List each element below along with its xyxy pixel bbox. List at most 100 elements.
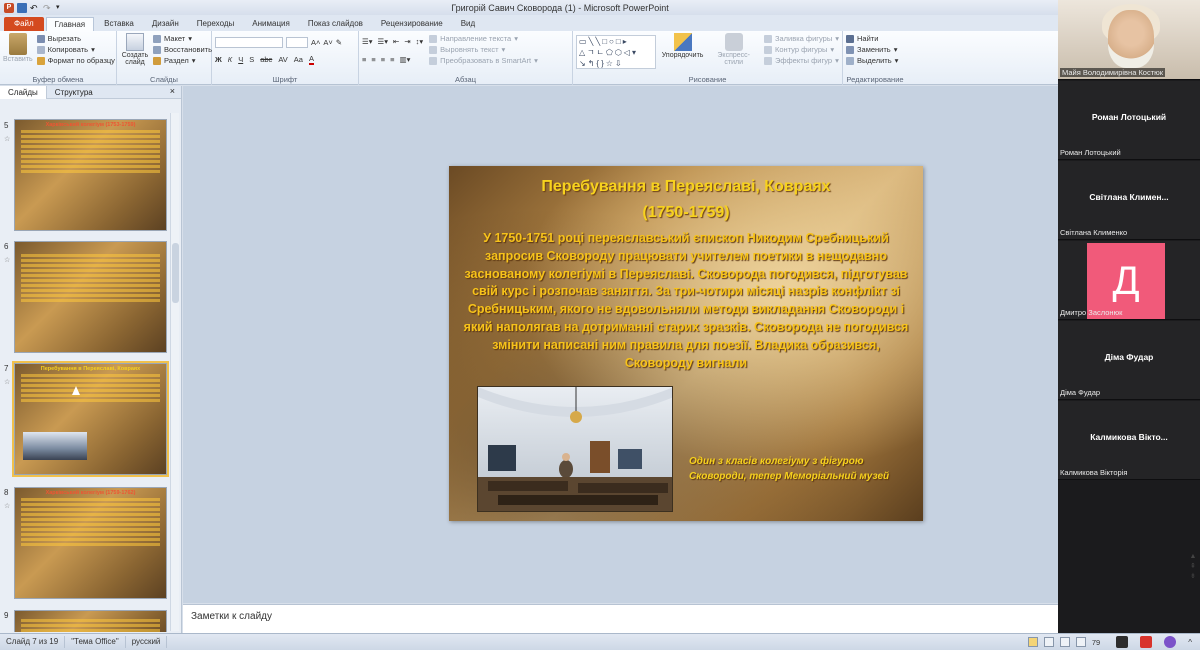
layout-icon (153, 34, 161, 43)
zoom-level[interactable]: 79 (1092, 638, 1100, 647)
customize-qat-icon[interactable]: ▾ (56, 3, 66, 13)
slide-sorter-icon[interactable] (1043, 637, 1054, 647)
paste-button[interactable]: Вставить (3, 33, 33, 66)
tab-outline[interactable]: Структура (47, 86, 101, 99)
find-button[interactable]: Найти (846, 33, 904, 44)
clear-format-icon[interactable]: ✎ (336, 38, 342, 47)
redo-icon[interactable]: ↷ (43, 3, 53, 13)
tray-chevron-icon[interactable]: ^ (1188, 638, 1192, 647)
align-center-icon[interactable]: ≡ (371, 55, 375, 64)
participant-tile[interactable]: Роман Лотоцький Роман Лотоцький (1058, 81, 1200, 160)
font-size-combo[interactable] (286, 37, 308, 48)
classroom-photo[interactable] (477, 386, 673, 512)
tab-design[interactable]: Дизайн (144, 17, 187, 31)
shadow-button[interactable]: S (249, 55, 254, 64)
tab-insert[interactable]: Вставка (96, 17, 142, 31)
decrease-indent-icon[interactable]: ⇤ (393, 37, 399, 46)
underline-button[interactable]: Ч (238, 55, 243, 64)
tab-home[interactable]: Главная (45, 17, 95, 31)
columns-icon[interactable]: ▥▾ (400, 55, 411, 64)
numbering-icon[interactable]: ☰▾ (378, 37, 389, 46)
quick-styles-button[interactable]: Экспресс-стили (709, 33, 758, 69)
justify-icon[interactable]: ≡ (390, 55, 394, 64)
slide-thumbnail-9[interactable] (14, 610, 167, 632)
thumbnails-scrollbar[interactable] (170, 113, 179, 631)
slide-thumbnail-7[interactable]: Перебування в Переяславі, Ковраях (12, 361, 169, 477)
copy-button[interactable]: Копировать ▾ (36, 44, 115, 55)
current-slide[interactable]: Перебування в Переяславі, Ковраях (1750-… (449, 166, 923, 521)
replace-button[interactable]: Заменить ▾ (846, 44, 904, 55)
participant-tile[interactable]: Д Дмитро Заслонюк (1058, 241, 1200, 320)
slide-title[interactable]: Перебування в Переяславі, Ковраях (1750-… (449, 174, 923, 226)
layout-button[interactable]: Макет ▾ (153, 33, 212, 44)
reading-view-icon[interactable] (1059, 637, 1070, 647)
tab-transitions[interactable]: Переходы (189, 17, 243, 31)
reset-button[interactable]: Восстановить (153, 44, 212, 55)
arrange-button[interactable]: Упорядочить (662, 33, 703, 69)
tab-slideshow[interactable]: Показ слайдов (300, 17, 371, 31)
normal-view-icon[interactable] (1027, 637, 1038, 647)
section-button[interactable]: Раздел ▾ (153, 55, 212, 66)
save-icon[interactable] (17, 2, 27, 13)
notes-pane[interactable]: Заметки к слайду (183, 604, 1060, 633)
photo-caption[interactable]: Один з класів колегіуму з фігурою Сковор… (689, 454, 904, 484)
slide-thumbnail-6[interactable] (14, 241, 167, 353)
increase-indent-icon[interactable]: ⇥ (404, 37, 410, 46)
format-painter-button[interactable]: Формат по образцу (36, 55, 115, 66)
select-button[interactable]: Выделить ▾ (846, 55, 904, 66)
slideshow-view-icon[interactable] (1075, 637, 1086, 647)
tab-animation[interactable]: Анимация (244, 17, 298, 31)
list-row: ☰▾ ☰▾ ⇤ ⇥ ↕▾ (362, 36, 423, 47)
shape-fill-button[interactable]: Заливка фигуры ▾ (763, 33, 839, 44)
participant-tile[interactable]: Майя Володимирівна Костюк (1058, 0, 1200, 80)
cut-button[interactable]: Вырезать (36, 33, 115, 44)
align-right-icon[interactable]: ≡ (381, 55, 385, 64)
bullets-icon[interactable]: ☰▾ (362, 37, 373, 46)
strikethrough-button[interactable]: abc (260, 55, 272, 64)
shield-icon[interactable] (1116, 636, 1129, 648)
theme-name[interactable]: "Тема Office" (65, 636, 126, 648)
shape-outline-button[interactable]: Контур фигуры ▾ (763, 44, 839, 55)
language-indicator[interactable]: русский (126, 636, 168, 648)
shape-effects-button[interactable]: Эффекты фигур ▾ (763, 55, 839, 66)
font-name-combo[interactable] (215, 37, 283, 48)
close-icon[interactable]: × (170, 86, 175, 96)
scrollbar-thumb[interactable] (172, 243, 179, 303)
copy-dropdown-icon[interactable]: ▾ (91, 45, 95, 54)
undo-icon[interactable]: ↶ (30, 3, 40, 13)
next-slide-icon[interactable]: ⇟ (1188, 572, 1198, 582)
text-direction-button[interactable]: Направление текста ▾ (429, 33, 538, 44)
editor-scroll-buttons[interactable]: ▲ ⇞ ⇟ (1188, 552, 1198, 592)
slide-body-text[interactable]: У 1750-1751 році переяславський єпископ … (461, 230, 911, 372)
change-case-button[interactable]: Aa (294, 55, 303, 64)
shapes-gallery[interactable]: ▭╲╲□○□▸ △ㄱㄴ⬠⬡◁▾ ↘↰{}☆⇩ (576, 35, 656, 69)
prev-slide-icon[interactable]: ⇞ (1188, 562, 1198, 572)
quick-styles-icon (724, 33, 743, 51)
thumbnail-photo (23, 432, 87, 460)
align-left-icon[interactable]: ≡ (362, 55, 366, 64)
participant-tile[interactable]: Діма Фудар Діма Фудар (1058, 321, 1200, 400)
cursor-icon (846, 56, 854, 65)
italic-button[interactable]: К (228, 55, 232, 64)
bold-button[interactable]: Ж (215, 55, 222, 64)
tab-file[interactable]: Файл (4, 17, 44, 31)
shrink-font-icon[interactable]: A˅ (323, 38, 332, 47)
participant-tile[interactable]: Світлана Климен... Світлана Клименко (1058, 161, 1200, 240)
new-slide-button[interactable]: Создать слайд (120, 33, 150, 66)
slide-thumbnail-8[interactable]: Харківський колегіум (1759-1762) (14, 487, 167, 599)
viber-icon[interactable] (1164, 636, 1177, 648)
tab-view[interactable]: Вид (453, 17, 483, 31)
font-color-button[interactable]: A (308, 54, 314, 65)
align-text-button[interactable]: Выровнять текст ▾ (429, 44, 538, 55)
slide-thumbnail-5[interactable]: Харківський колегіум (1753-1759) (14, 119, 167, 231)
record-icon[interactable] (1140, 636, 1153, 648)
participant-tile[interactable]: Калмикова Вікто... Калмикова Вікторія (1058, 401, 1200, 480)
tab-slides[interactable]: Слайды (0, 85, 47, 99)
spacing-button[interactable]: AV (278, 55, 287, 64)
scroll-up-icon[interactable]: ▲ (1188, 552, 1198, 562)
line-spacing-icon[interactable]: ↕▾ (416, 37, 424, 46)
grow-font-icon[interactable]: A˄ (311, 38, 320, 47)
smartart-button[interactable]: Преобразовать в SmartArt ▾ (429, 55, 538, 66)
tab-review[interactable]: Рецензирование (373, 17, 451, 31)
status-right: 79 ^ (1027, 634, 1200, 650)
